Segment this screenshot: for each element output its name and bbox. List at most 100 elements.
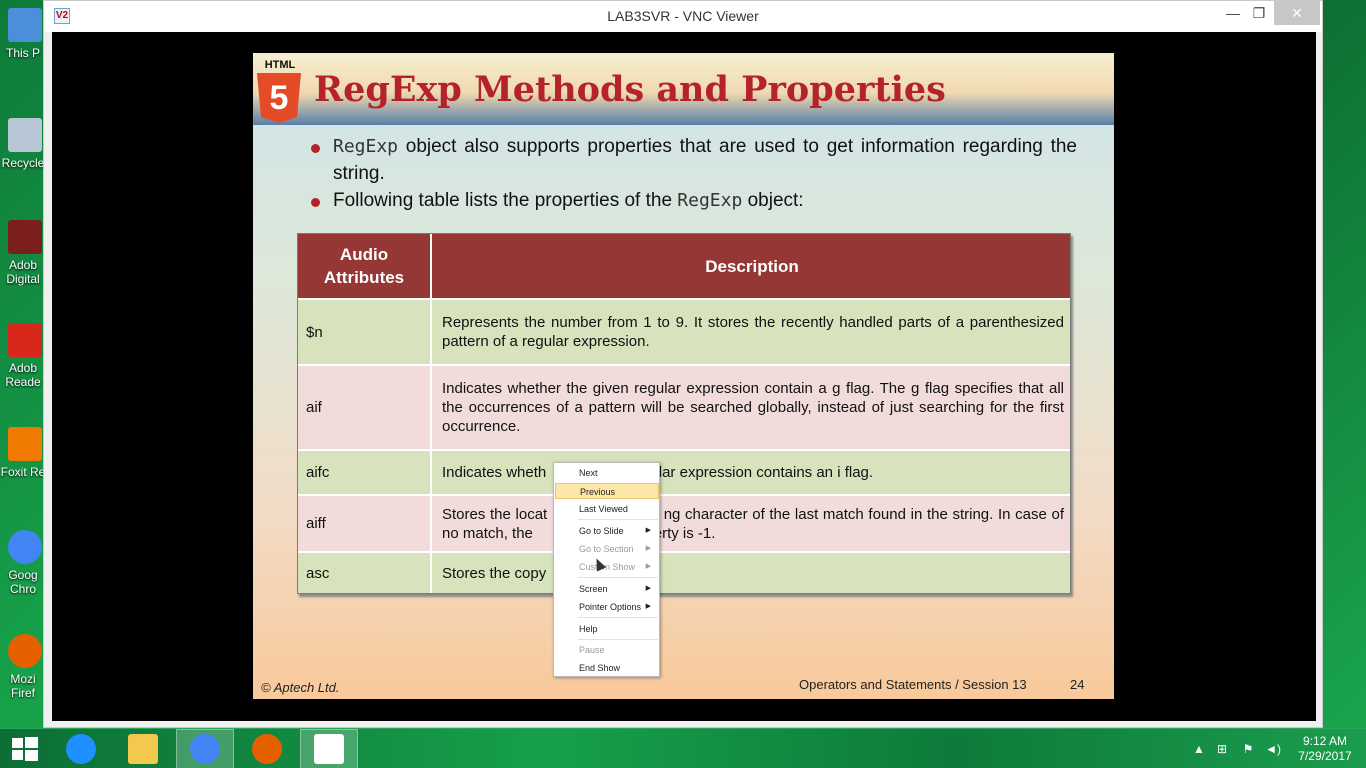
table-row: asc Stores the copy [298,551,1070,593]
clock-date: 7/29/2017 [1298,749,1352,763]
code-text: RegExp [333,136,399,157]
menu-item-pointer-options[interactable]: Pointer Options ▶ [555,599,659,615]
bullet-text-end: object: [742,190,804,211]
folder-icon [128,734,158,764]
windows-logo-icon [12,738,23,748]
taskbar-clock[interactable]: 9:12 AM 7/29/2017 [1292,734,1358,764]
column-header-attributes: Audio Attributes [298,234,432,298]
computer-icon [8,8,42,42]
adobe-digital-editions-icon [8,220,42,254]
slide-footer-session: Operators and Statements / Session 13 [799,677,1027,692]
menu-item-next[interactable]: Next [555,465,659,481]
menu-item-previous[interactable]: Previous [555,483,659,499]
desktop-icon-label: Adob Digital [6,258,40,286]
desktop-icon-label: Goog Chro [8,568,38,596]
network-icon[interactable]: ⊞ [1212,729,1232,768]
presentation-slide[interactable]: HTML 5 RegExp Methods and Properties Reg… [253,53,1114,699]
desktop-icon-adobe-reader[interactable]: Adob Reade [0,323,46,389]
window-title: LAB3SVR - VNC Viewer [607,8,759,24]
menu-separator [578,577,658,578]
submenu-arrow-icon: ▶ [645,527,651,534]
desktop-icon-foxit[interactable]: Foxit Re [0,427,46,479]
bullet-icon [311,198,320,207]
table-row: $n Represents the number from 1 to 9. It… [298,298,1070,364]
firefox-icon [8,634,42,668]
vnc-viewer-window: V2 LAB3SVR - VNC Viewer — ❐ ✕ HTML 5 Reg… [43,0,1323,728]
table-row: aiff Stores the locat ng character of th… [298,494,1070,551]
html5-logo-label: HTML [264,59,296,71]
taskbar-firefox[interactable] [238,729,296,768]
close-button[interactable]: ✕ [1274,1,1320,25]
bullet-text: Following table lists the properties of … [333,190,678,211]
code-text: RegExp [677,190,743,211]
menu-item-go-to-slide[interactable]: Go to Slide ▶ [555,523,659,539]
taskbar-file-explorer[interactable] [114,729,172,768]
table-cell-attribute: aif [298,366,432,449]
menu-separator [578,639,658,640]
desktop-icon-label: Mozi Firef [10,672,36,700]
adobe-reader-icon [8,323,42,357]
vnc-viewer-icon [314,734,344,764]
maximize-button[interactable]: ❐ [1246,1,1272,25]
volume-icon[interactable]: ◄) [1262,729,1284,768]
internet-explorer-icon [66,734,96,764]
window-titlebar[interactable]: V2 LAB3SVR - VNC Viewer — ❐ ✕ [44,1,1322,32]
table-cell-attribute: aifc [298,451,432,494]
slide-page-number: 24 [1070,677,1085,692]
desktop-icon-recycle-bin[interactable]: Recycle [0,118,46,170]
table-cell-description: Represents the number from 1 to 9. It st… [442,314,1064,350]
windows-logo-pane [25,750,38,761]
column-header-description: Description [705,256,799,276]
windows-logo-pane [12,750,23,760]
bullet-text: object also supports properties that are… [333,136,1077,184]
desktop-icon-label: Foxit Re [0,465,46,479]
taskbar-chrome[interactable] [176,729,234,768]
table-header: Audio Attributes Description [298,234,1070,298]
recycle-bin-icon [8,118,42,152]
clock-time: 9:12 AM [1302,734,1348,748]
table-cell-attribute: asc [298,553,432,593]
minimize-button[interactable]: — [1220,1,1246,25]
submenu-arrow-icon: ▶ [645,545,651,552]
show-hidden-icons-button[interactable]: ▲ [1192,729,1206,768]
taskbar: ▲ ⊞ ⚑ ◄) 9:12 AM 7/29/2017 [0,728,1366,768]
html5-shield-icon: 5 [257,73,301,123]
bullet-item: Following table lists the properties of … [311,187,1077,214]
submenu-arrow-icon: ▶ [645,603,651,610]
action-center-flag-icon[interactable]: ⚑ [1238,729,1258,768]
taskbar-internet-explorer[interactable] [52,729,110,768]
desktop-icon-chrome[interactable]: Goog Chro [0,530,46,596]
table-row: aif Indicates whether the given regular … [298,364,1070,449]
table-cell-description: Indicates whether the given regular expr… [442,380,1064,435]
remote-screen[interactable]: HTML 5 RegExp Methods and Properties Reg… [52,32,1316,721]
menu-separator [578,617,658,618]
start-button[interactable] [0,729,50,768]
submenu-arrow-icon: ▶ [645,563,651,570]
menu-item-end-show[interactable]: End Show [555,660,659,676]
chrome-icon [8,530,42,564]
chrome-icon [190,734,220,764]
table-cell-description: Stores the locat ng character of the las… [442,505,1064,542]
desktop-icon-this-pc[interactable]: This P [0,8,46,60]
table-cell-description: Indicates wheth ular expression contains… [442,464,874,481]
table-cell-attribute: aiff [298,496,432,551]
bullet-item: RegExp object also supports properties t… [311,133,1077,187]
menu-separator [578,519,658,520]
slide-title: RegExp Methods and Properties [314,69,946,110]
desktop-icon-adobe-digital[interactable]: Adob Digital [0,220,46,286]
menu-item-screen[interactable]: Screen ▶ [555,581,659,597]
bullet-icon [311,144,320,153]
table-cell-description: Stores the copy [442,564,547,582]
slideshow-context-menu: Next Previous Last Viewed Go to Slide ▶ G… [553,462,660,677]
table-cell-attribute: $n [298,300,432,364]
menu-item-last-viewed[interactable]: Last Viewed [555,501,659,517]
menu-item-help[interactable]: Help [555,621,659,637]
desktop-icon-firefox[interactable]: Mozi Firef [0,634,46,700]
menu-item-pause: Pause [579,645,605,655]
foxit-reader-icon [8,427,42,461]
submenu-arrow-icon: ▶ [645,585,651,592]
taskbar-vnc-viewer[interactable] [300,729,358,768]
desktop-icon-label: Adob Reade [5,361,41,389]
windows-logo-pane [25,737,38,748]
desktop-icon-label: This P [5,46,40,60]
